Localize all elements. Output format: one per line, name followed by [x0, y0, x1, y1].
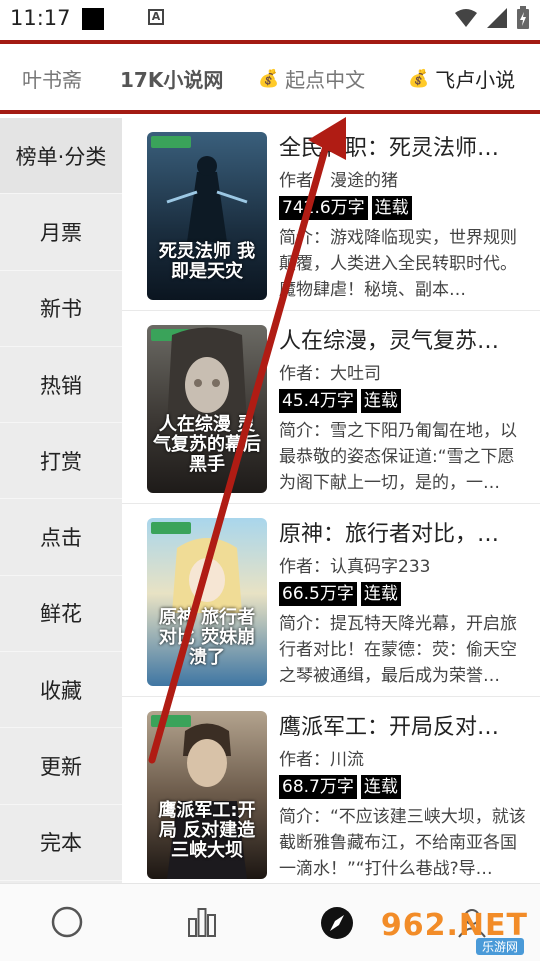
- status-time: 11:17: [10, 6, 71, 30]
- sidebar-item-tips[interactable]: 打赏: [0, 423, 122, 500]
- sidebar-item-updates[interactable]: 更新: [0, 728, 122, 805]
- status-badge: 连载: [360, 775, 401, 799]
- book-title[interactable]: 鹰派军工：开局反对…: [279, 711, 531, 745]
- book-row[interactable]: 原神 旅行者对比 荧妹崩溃了 原神：旅行者对比，… 作者：认真码字233 66.…: [122, 504, 540, 697]
- status-icons: [454, 6, 530, 30]
- book-title[interactable]: 人在综漫，灵气复苏…: [279, 325, 531, 359]
- book-list: 死灵法师 我即是天灾 全民转职：死灵法师… 作者：漫途的猪 742.6万字 连载 …: [122, 118, 540, 883]
- book-tags: 68.7万字 连载: [279, 775, 531, 801]
- compass-icon[interactable]: [320, 906, 354, 940]
- book-description: 简介：游戏降临现实，世界规则颠覆，人类进入全民转职时代。魔物肆虐！秘境、副本…: [279, 228, 517, 300]
- status-badge: 连载: [360, 582, 401, 606]
- tab-label: 叶书斋: [22, 68, 82, 92]
- book-row[interactable]: 人在综漫 灵气复苏的幕后黑手 人在综漫，灵气复苏… 作者：大吐司 45.4万字连…: [122, 311, 540, 504]
- book-author: 作者：漫途的猪: [279, 171, 398, 191]
- book-info: 人在综漫，灵气复苏… 作者：大吐司 45.4万字 连载 简介：雪之下阳乃匍匐在地，…: [279, 325, 531, 496]
- book-tags: 742.6万字 连载: [279, 196, 531, 222]
- watermark-logo: 962.NET 乐游网: [381, 908, 532, 955]
- word-count-badge: 68.7万字: [279, 775, 357, 799]
- word-count-badge: 66.5万字: [279, 582, 357, 606]
- source-tab-bar: 叶书斋 17K小说网 💰 起点中文 💰 飞卢小说: [0, 40, 540, 114]
- tab-yeshuzhai[interactable]: 叶书斋: [22, 64, 82, 93]
- word-count-badge: 45.4万字: [279, 389, 357, 413]
- sidebar-item-favorites[interactable]: 收藏: [0, 652, 122, 729]
- word-count-badge: 742.6万字: [279, 196, 368, 220]
- money-bag-icon: 💰: [408, 68, 430, 89]
- cover-title: 死灵法师 我即是天灾: [158, 241, 256, 282]
- book-info: 全民转职：死灵法师… 作者：漫途的猪 742.6万字 连载 简介：游戏降临现实，世…: [279, 132, 531, 303]
- circle-icon[interactable]: [51, 906, 83, 938]
- sidebar-item-monthly-ticket[interactable]: 月票: [0, 194, 122, 271]
- status-bar: 11:17 A: [0, 0, 540, 40]
- sidebar-item-clicks[interactable]: 点击: [0, 499, 122, 576]
- book-cover[interactable]: 人在综漫 灵气复苏的幕后黑手: [147, 325, 267, 493]
- signal-icon: [487, 8, 507, 28]
- bars-icon[interactable]: [186, 906, 218, 938]
- cover-title: 鹰派军工:开局 反对建造三峡大坝: [158, 800, 256, 861]
- book-description: 简介：提瓦特天降光幕，开启旅行者对比！在蒙德：荧：偷天空之琴被通缉，最后成为荣誉…: [279, 614, 517, 686]
- category-sidebar: 榜单·分类 月票 新书 热销 打赏 点击 鲜花 收藏 更新 完本: [0, 118, 122, 883]
- book-cover[interactable]: 鹰派军工:开局 反对建造三峡大坝: [147, 711, 267, 879]
- book-title[interactable]: 原神：旅行者对比，…: [279, 518, 531, 552]
- book-cover[interactable]: 死灵法师 我即是天灾: [147, 132, 267, 300]
- book-tags: 45.4万字 连载: [279, 389, 531, 415]
- cover-title: 原神 旅行者对比 荧妹崩溃了: [158, 607, 256, 668]
- tab-17k[interactable]: 17K小说网: [120, 64, 223, 93]
- tab-feilu[interactable]: 💰 飞卢小说: [408, 64, 515, 93]
- status-badge: 连载: [360, 389, 401, 413]
- money-bag-icon: 💰: [258, 68, 280, 89]
- sidebar-item-ranking[interactable]: 榜单·分类: [0, 118, 122, 195]
- tab-qidian[interactable]: 💰 起点中文: [258, 64, 365, 93]
- book-description: 简介：雪之下阳乃匍匐在地，以最恭敬的姿态保证道:“雪之下愿为阁下献上一切，是的，…: [279, 421, 517, 493]
- notification-icon: [82, 8, 104, 30]
- book-title[interactable]: 全民转职：死灵法师…: [279, 132, 531, 166]
- battery-icon: [517, 6, 529, 29]
- sidebar-item-best-selling[interactable]: 热销: [0, 347, 122, 424]
- book-row[interactable]: 死灵法师 我即是天灾 全民转职：死灵法师… 作者：漫途的猪 742.6万字 连载 …: [122, 118, 540, 311]
- book-author: 作者：川流: [279, 750, 364, 770]
- book-description: 简介：“不应该建三峡大坝，就该截断雅鲁藏布江，不给南亚各国一滴水！”“打什么巷战…: [279, 807, 526, 879]
- wifi-icon: [455, 9, 477, 27]
- book-author: 作者：认真码字233: [279, 557, 431, 577]
- a-notification-icon: A: [148, 9, 164, 25]
- cover-title: 人在综漫 灵气复苏的幕后黑手: [153, 414, 261, 475]
- watermark-sub: 乐游网: [475, 938, 524, 955]
- status-badge: 连载: [371, 196, 412, 220]
- tab-label: 飞卢小说: [435, 68, 516, 92]
- book-tags: 66.5万字 连载: [279, 582, 531, 608]
- book-row[interactable]: 鹰派军工:开局 反对建造三峡大坝 鹰派军工：开局反对… 作者：川流 68.7万字…: [122, 697, 540, 883]
- tab-label: 起点中文: [285, 68, 366, 92]
- book-info: 原神：旅行者对比，… 作者：认真码字233 66.5万字 连载 简介：提瓦特天降光…: [279, 518, 531, 689]
- sidebar-item-flowers[interactable]: 鲜花: [0, 576, 122, 653]
- book-cover[interactable]: 原神 旅行者对比 荧妹崩溃了: [147, 518, 267, 686]
- sidebar-item-new-books[interactable]: 新书: [0, 271, 122, 347]
- book-author: 作者：大吐司: [279, 364, 381, 384]
- book-info: 鹰派军工：开局反对… 作者：川流 68.7万字 连载 简介：“不应该建三峡大坝，就…: [279, 711, 531, 882]
- sidebar-item-completed[interactable]: 完本: [0, 805, 122, 881]
- tab-label: 17K小说网: [120, 68, 224, 92]
